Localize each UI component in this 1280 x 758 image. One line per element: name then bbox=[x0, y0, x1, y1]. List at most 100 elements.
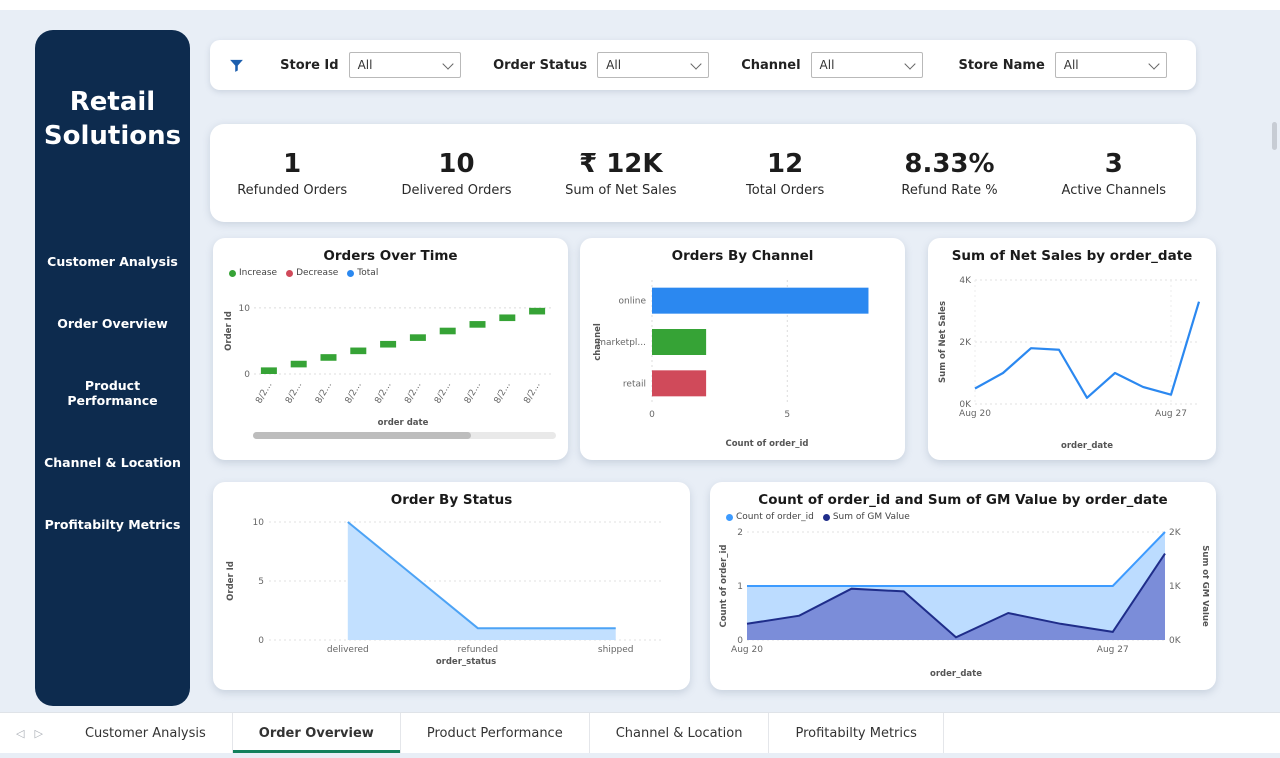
filter-store-name-dropdown[interactable]: All bbox=[1055, 52, 1167, 78]
net-sales-by-date-plot[interactable]: 0K2K4KAug 20Aug 27order_dateSum of Net S… bbox=[928, 266, 1216, 454]
tab-profitability-metrics[interactable]: Profitabilty Metrics bbox=[769, 713, 943, 753]
orders-by-channel-plot[interactable]: 05onlinemarketpl...retailCount of order_… bbox=[580, 266, 905, 452]
order-by-status-plot[interactable]: 0510deliveredrefundedshippedorder_status… bbox=[213, 510, 690, 682]
kpi-value: 1 bbox=[210, 149, 374, 179]
svg-text:8/2...: 8/2... bbox=[313, 381, 333, 406]
kpi-value: 10 bbox=[374, 149, 538, 179]
kpi-label: Active Channels bbox=[1032, 183, 1196, 198]
kpi-refunded-orders: 1 Refunded Orders bbox=[210, 149, 374, 198]
orders-over-time-card: Orders Over Time Increase Decrease Total 0… bbox=[213, 238, 568, 460]
svg-text:shipped: shipped bbox=[598, 645, 634, 655]
kpi-net-sales: ₹ 12K Sum of Net Sales bbox=[539, 149, 703, 198]
svg-text:Sum of GM Value: Sum of GM Value bbox=[1200, 545, 1209, 627]
scrollbar-thumb[interactable] bbox=[253, 432, 471, 439]
filter-order-status-dropdown[interactable]: All bbox=[597, 52, 709, 78]
legend-item: Total bbox=[347, 268, 378, 278]
svg-text:5: 5 bbox=[258, 577, 264, 587]
next-tab-arrow-icon[interactable]: ▷ bbox=[34, 727, 42, 740]
svg-text:Aug 20: Aug 20 bbox=[731, 645, 763, 655]
svg-text:1: 1 bbox=[737, 582, 743, 592]
svg-text:delivered: delivered bbox=[327, 645, 369, 655]
kpi-refund-rate: 8.33% Refund Rate % bbox=[867, 149, 1031, 198]
kpi-total-orders: 12 Total Orders bbox=[703, 149, 867, 198]
count-and-gm-value-plot[interactable]: 0120K1K2KAug 20Aug 27order_dateCount of … bbox=[710, 522, 1216, 680]
chevron-down-icon bbox=[1148, 58, 1159, 69]
kpi-value: 3 bbox=[1032, 149, 1196, 179]
sidebar-nav: Customer Analysis Order Overview Product… bbox=[35, 254, 190, 532]
chart-legend: Count of order_id Sum of GM Value bbox=[710, 510, 1216, 522]
svg-text:order date: order date bbox=[377, 418, 428, 428]
svg-text:Order Id: Order Id bbox=[224, 311, 234, 351]
svg-text:refunded: refunded bbox=[458, 645, 499, 655]
svg-text:8/2...: 8/2... bbox=[373, 381, 393, 406]
sidebar-item-product-performance[interactable]: Product Performance bbox=[35, 378, 190, 408]
filter-store-id: Store Id All bbox=[255, 52, 486, 78]
kpi-delivered-orders: 10 Delivered Orders bbox=[374, 149, 538, 198]
chart-horizontal-scrollbar[interactable] bbox=[253, 432, 556, 439]
svg-text:Count of order_id: Count of order_id bbox=[725, 439, 808, 449]
filter-order-status-value: All bbox=[606, 58, 621, 72]
filter-channel-dropdown[interactable]: All bbox=[811, 52, 923, 78]
tab-navigation-arrows: ◁ ▷ bbox=[0, 713, 59, 753]
chart-title: Sum of Net Sales by order_date bbox=[936, 248, 1208, 264]
report-tab-bar: ◁ ▷ Customer Analysis Order Overview Pro… bbox=[0, 712, 1280, 753]
filter-store-id-dropdown[interactable]: All bbox=[349, 52, 461, 78]
svg-text:Aug 27: Aug 27 bbox=[1155, 409, 1187, 419]
svg-text:2: 2 bbox=[737, 528, 743, 538]
filter-order-status: Order Status All bbox=[486, 52, 717, 78]
svg-text:channel: channel bbox=[593, 323, 603, 361]
filter-store-id-value: All bbox=[358, 58, 373, 72]
svg-text:order_date: order_date bbox=[1061, 441, 1113, 451]
svg-text:1K: 1K bbox=[1169, 582, 1182, 592]
chart-title: Orders Over Time bbox=[221, 248, 560, 264]
svg-text:10: 10 bbox=[238, 304, 250, 314]
prev-tab-arrow-icon[interactable]: ◁ bbox=[16, 727, 24, 740]
tab-customer-analysis[interactable]: Customer Analysis bbox=[59, 713, 233, 753]
page-scrollbar[interactable] bbox=[1272, 122, 1277, 150]
svg-text:8/2...: 8/2... bbox=[284, 381, 304, 406]
kpi-value: 8.33% bbox=[867, 149, 1031, 179]
tab-channel-location[interactable]: Channel & Location bbox=[590, 713, 770, 753]
svg-text:8/2...: 8/2... bbox=[522, 381, 542, 406]
svg-text:0: 0 bbox=[258, 636, 264, 646]
sidebar-item-customer-analysis[interactable]: Customer Analysis bbox=[35, 254, 190, 269]
svg-text:Aug 27: Aug 27 bbox=[1097, 645, 1129, 655]
filter-channel-value: All bbox=[820, 58, 835, 72]
svg-text:2K: 2K bbox=[959, 338, 972, 348]
svg-text:online: online bbox=[619, 297, 647, 307]
sidebar-item-order-overview[interactable]: Order Overview bbox=[35, 316, 190, 331]
orders-over-time-plot[interactable]: 0 10 8/2... 8/2... 8/2... 8/2... 8/2... 8/2... 8… bbox=[213, 278, 568, 430]
svg-text:Aug 20: Aug 20 bbox=[959, 409, 991, 419]
svg-text:Count of order_id: Count of order_id bbox=[719, 544, 729, 627]
svg-text:order_date: order_date bbox=[930, 669, 982, 679]
legend-item: Sum of GM Value bbox=[823, 512, 910, 522]
brand-line2: Solutions bbox=[35, 120, 190, 154]
legend-item: Increase bbox=[229, 268, 277, 278]
tab-order-overview[interactable]: Order Overview bbox=[233, 713, 401, 753]
kpi-label: Refunded Orders bbox=[210, 183, 374, 198]
chart-title: Count of order_id and Sum of GM Value by… bbox=[718, 492, 1208, 508]
svg-text:8/2...: 8/2... bbox=[492, 381, 512, 406]
sidebar-item-channel-location[interactable]: Channel & Location bbox=[35, 455, 190, 470]
filter-store-name-label: Store Name bbox=[958, 58, 1044, 73]
svg-text:8/2...: 8/2... bbox=[403, 381, 423, 406]
orders-by-channel-card: Orders By Channel 05onlinemarketpl...ret… bbox=[580, 238, 905, 460]
kpi-card-row: 1 Refunded Orders 10 Delivered Orders ₹ … bbox=[210, 124, 1196, 222]
kpi-value: ₹ 12K bbox=[539, 149, 703, 179]
tab-product-performance[interactable]: Product Performance bbox=[401, 713, 590, 753]
filter-store-name: Store Name All bbox=[947, 52, 1178, 78]
kpi-label: Delivered Orders bbox=[374, 183, 538, 198]
svg-text:marketpl...: marketpl... bbox=[597, 338, 646, 348]
chevron-down-icon bbox=[442, 58, 453, 69]
svg-text:Sum of Net Sales: Sum of Net Sales bbox=[938, 301, 948, 383]
chart-legend: Increase Decrease Total bbox=[213, 266, 568, 278]
svg-text:0: 0 bbox=[244, 370, 250, 380]
chart-title: Orders By Channel bbox=[588, 248, 897, 264]
svg-text:order_status: order_status bbox=[436, 657, 496, 667]
filter-store-name-value: All bbox=[1064, 58, 1079, 72]
legend-item: Count of order_id bbox=[726, 512, 814, 522]
svg-text:8/2...: 8/2... bbox=[254, 381, 274, 406]
legend-item: Decrease bbox=[286, 268, 338, 278]
sidebar-item-profitability-metrics[interactable]: Profitabilty Metrics bbox=[35, 517, 190, 532]
filter-channel: Channel All bbox=[717, 52, 948, 78]
